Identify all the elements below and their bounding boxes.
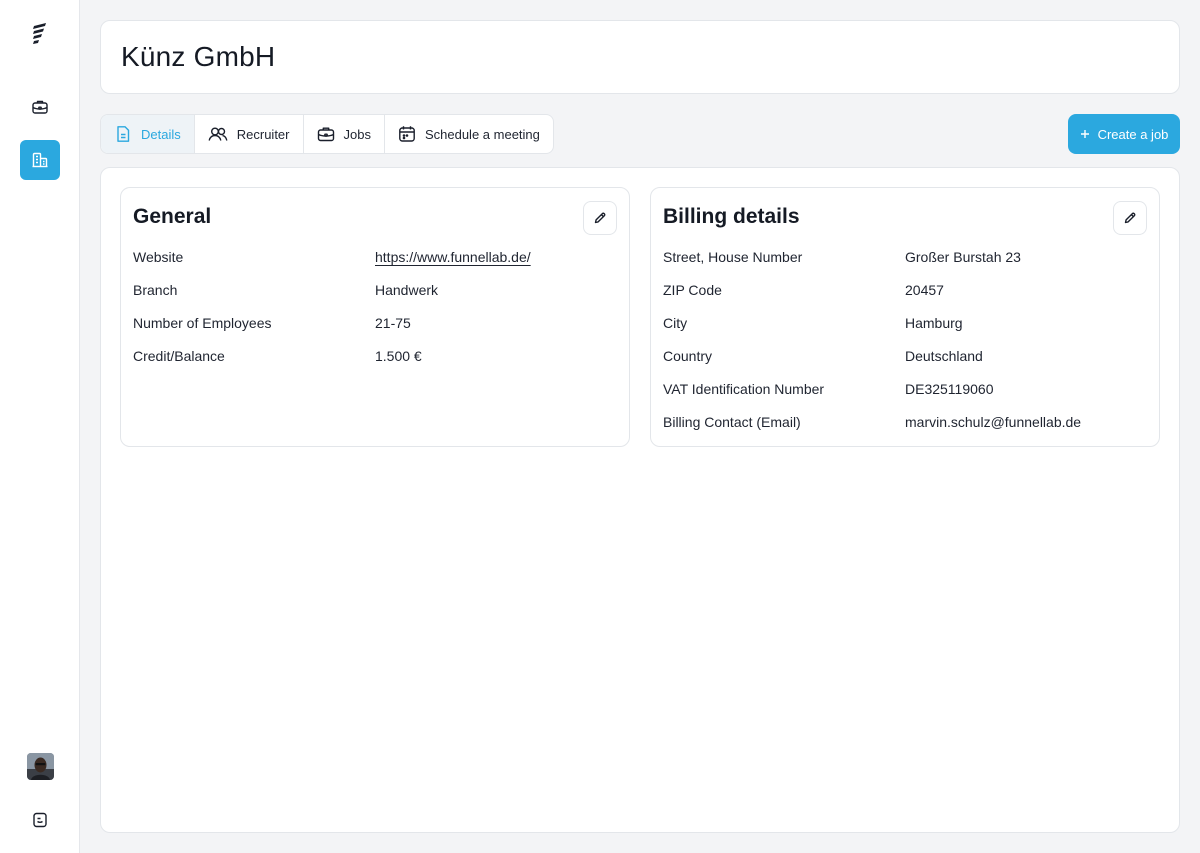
- sidebar-item-companies[interactable]: [20, 140, 60, 180]
- page-header: Künz GmbH: [100, 20, 1180, 94]
- logo-icon[interactable]: [28, 20, 52, 48]
- field-label: Number of Employees: [133, 315, 272, 331]
- info-row: Billing Contact (Email) marvin.schulz@fu…: [663, 414, 1147, 434]
- field-label: Branch: [133, 282, 178, 298]
- pencil-icon: [1124, 212, 1136, 224]
- field-value: Handwerk: [375, 282, 439, 298]
- field-label: Country: [663, 348, 713, 364]
- tab-details[interactable]: Details: [101, 115, 195, 153]
- field-value: marvin.schulz@funnellab.de: [905, 414, 1082, 430]
- billing-card: Billing details Street, House Number Gro…: [650, 187, 1160, 447]
- info-row: VAT Identification Number DE325119060: [663, 381, 1147, 401]
- field-value: Großer Burstah 23: [905, 249, 1021, 265]
- field-value: DE325119060: [905, 381, 994, 397]
- sidebar-item-support[interactable]: [20, 800, 60, 840]
- field-value: Hamburg: [905, 315, 963, 331]
- general-title: General: [133, 205, 212, 228]
- support-icon: [33, 812, 47, 828]
- page-title: Künz GmbH: [121, 41, 276, 72]
- create-job-label: Create a job: [1097, 126, 1169, 142]
- info-row: City Hamburg: [663, 315, 1147, 335]
- tab-label: Recruiter: [236, 126, 290, 142]
- field-label: Credit/Balance: [133, 348, 225, 364]
- info-row: Credit/Balance 1.500 €: [133, 348, 617, 368]
- user-avatar[interactable]: [27, 753, 54, 780]
- edit-general-button[interactable]: [583, 201, 617, 235]
- pencil-icon: [594, 212, 606, 224]
- general-card: General Website https://www.funnellab.de…: [120, 187, 630, 447]
- calendar-icon: [399, 126, 415, 142]
- info-row: Branch Handwerk: [133, 282, 617, 302]
- field-label: Billing Contact (Email): [663, 414, 801, 430]
- edit-billing-button[interactable]: [1113, 201, 1147, 235]
- tab-label: Details: [141, 126, 181, 142]
- users-icon: [208, 127, 228, 141]
- field-label: Website: [133, 249, 184, 265]
- field-label: City: [663, 315, 688, 331]
- tab-recruiter[interactable]: Recruiter: [195, 115, 304, 153]
- plus-icon: [1080, 130, 1089, 138]
- info-row: ZIP Code 20457: [663, 282, 1147, 302]
- main-panel: General Website https://www.funnellab.de…: [100, 167, 1180, 833]
- tab-jobs[interactable]: Jobs: [304, 115, 385, 153]
- tab-schedule-meeting[interactable]: Schedule a meeting: [385, 115, 553, 153]
- sidebar: [0, 0, 80, 853]
- field-label: VAT Identification Number: [663, 381, 825, 397]
- building-icon: [32, 152, 48, 168]
- field-label: Street, House Number: [663, 249, 803, 265]
- briefcase-icon: [32, 100, 48, 114]
- field-label: ZIP Code: [663, 282, 722, 298]
- sidebar-item-jobs[interactable]: [20, 87, 60, 127]
- tab-bar: Details Recruiter Jobs Schedule a meetin…: [100, 114, 554, 154]
- document-icon: [117, 126, 130, 142]
- briefcase-icon: [317, 127, 334, 142]
- info-row: Street, House Number Großer Burstah 23: [663, 249, 1147, 269]
- website-link[interactable]: https://www.funnellab.de/: [375, 249, 531, 265]
- tab-label: Schedule a meeting: [424, 126, 540, 142]
- billing-title: Billing details: [663, 205, 800, 228]
- info-row: Country Deutschland: [663, 348, 1147, 368]
- info-row: Number of Employees 21-75: [133, 315, 617, 335]
- field-value: 20457: [905, 282, 944, 298]
- tab-label: Jobs: [343, 126, 371, 142]
- field-value: 1.500 €: [375, 348, 422, 364]
- field-value: Deutschland: [905, 348, 983, 364]
- create-job-button[interactable]: Create a job: [1068, 114, 1180, 154]
- field-value: 21-75: [375, 315, 411, 331]
- info-row: Website https://www.funnellab.de/: [133, 249, 617, 269]
